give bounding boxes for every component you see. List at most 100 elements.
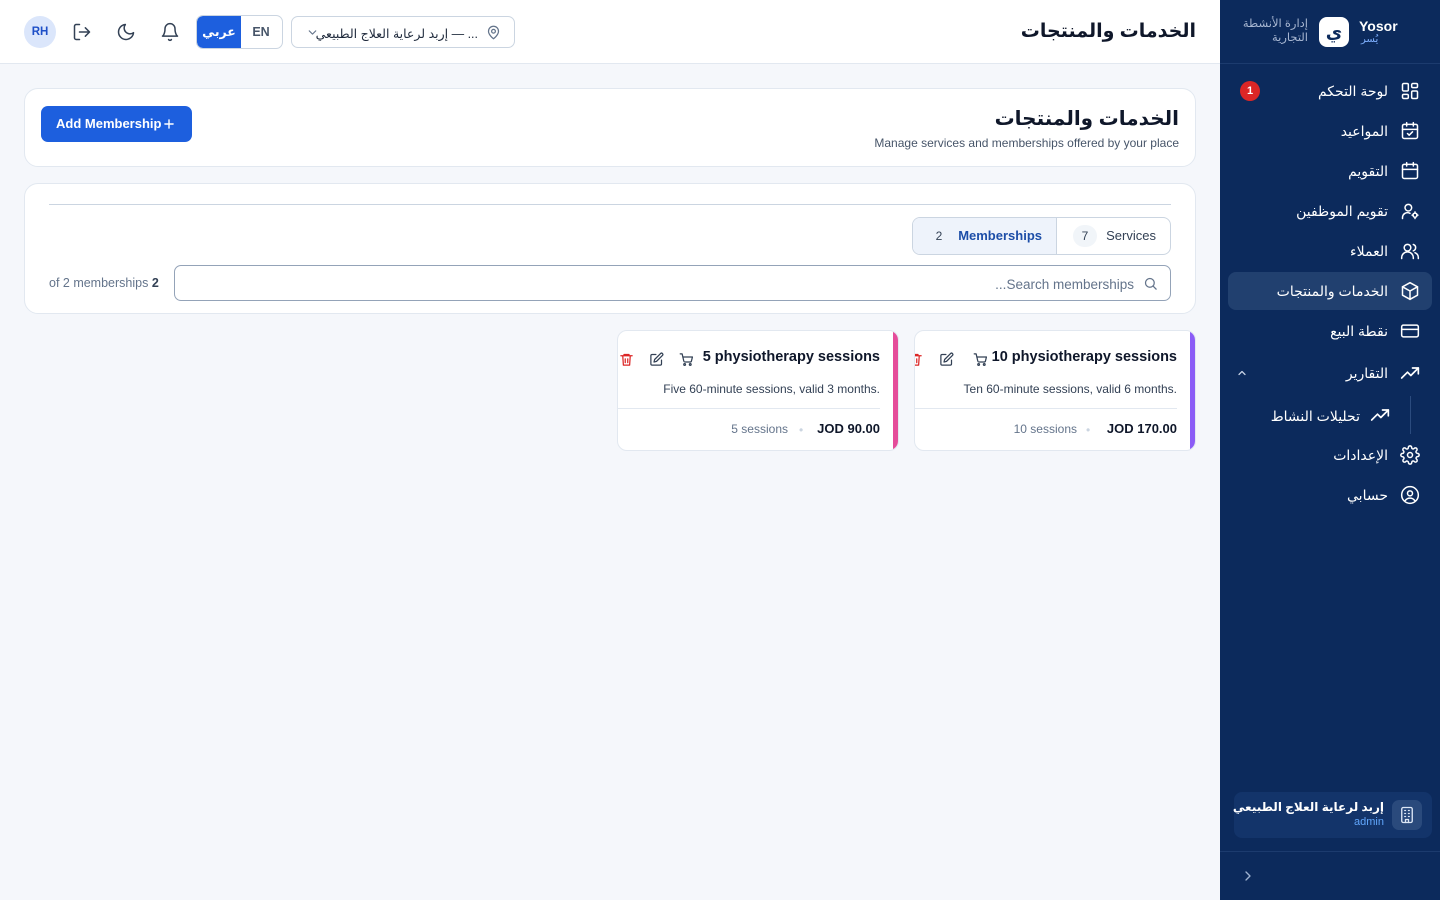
user-circle-icon [1400, 485, 1420, 505]
sidebar-subitem-activity-analytics[interactable]: تحليلات النشاط [1240, 397, 1400, 433]
logout-icon[interactable] [72, 22, 92, 42]
search-input[interactable] [194, 273, 1134, 295]
chevron-down-icon [306, 26, 319, 39]
sidebar-item-services-products[interactable]: الخدمات والمنتجات [1228, 272, 1432, 310]
sidebar-item-label: المواعيد [1340, 123, 1388, 139]
brand-logo: ي [1319, 17, 1349, 47]
sidebar-item-calendar[interactable]: التقويم [1228, 152, 1432, 190]
sidebar-item-my-account[interactable]: حسابي [1228, 476, 1432, 514]
page-header-card: الخدمات والمنتجات Manage services and me… [24, 88, 1196, 167]
tab-label: Services [1106, 228, 1156, 243]
search-box [174, 265, 1171, 301]
sidebar-item-staff-calendar[interactable]: تقويم الموظفين [1228, 192, 1432, 230]
separator-dot: • [1086, 423, 1091, 437]
map-pin-icon [486, 25, 501, 40]
moon-icon[interactable] [116, 22, 136, 42]
membership-title: 10 physiotherapy sessions [991, 349, 1177, 365]
search-icon [1143, 276, 1158, 291]
result-count: of 2 memberships 2 [49, 276, 159, 290]
calendar-check-icon [1400, 121, 1420, 141]
bell-icon[interactable] [160, 22, 180, 42]
sidebar-item-label: تقويم الموظفين [1296, 203, 1388, 219]
tab-count-badge: 2 [935, 229, 943, 243]
sidebar-item-label: حسابي [1347, 487, 1388, 503]
credit-card-icon [1400, 321, 1420, 341]
brand-header: ي Yosor يُسر إدارة الأنشطة التجارية [1220, 0, 1440, 64]
add-membership-button[interactable]: Add Membership [41, 106, 192, 142]
chevron-right-icon[interactable] [1240, 868, 1256, 884]
trash-icon[interactable] [915, 352, 923, 367]
sidebar-item-label: لوحة التحكم [1317, 83, 1388, 99]
lang-arabic-button[interactable]: عربي [197, 16, 241, 48]
add-membership-label: Add Membership [56, 116, 162, 131]
membership-description: Ten 60-minute sessions, valid 6 months. [963, 382, 1177, 396]
sidebar-item-pos[interactable]: نقطة البيع [1228, 312, 1432, 350]
trending-up-icon [1370, 405, 1390, 425]
notification-badge: 1 [1240, 81, 1260, 101]
location-select[interactable]: إربد لرعاية العلاج الطبيعي — ... [291, 16, 515, 48]
place-role: admin [1354, 816, 1384, 828]
sidebar-item-customers[interactable]: العملاء [1228, 232, 1432, 270]
current-place-card[interactable]: إربد لرعاية العلاج الطبيعي admin [1232, 792, 1432, 838]
sidebar-item-label: نقطة البيع [1330, 323, 1388, 339]
membership-sessions: 10 sessions [1013, 422, 1077, 436]
membership-sessions: 5 sessions [731, 422, 788, 436]
brand-tagline: إدارة الأنشطة التجارية [1242, 18, 1308, 44]
building-icon [1392, 800, 1422, 830]
sidebar-item-label: الخدمات والمنتجات [1276, 283, 1388, 299]
separator-dot: • [799, 423, 804, 437]
membership-description: Five 60-minute sessions, valid 3 months. [663, 382, 880, 396]
user-cog-icon [1400, 201, 1420, 221]
place-name: إربد لرعاية العلاج الطبيعي [1232, 800, 1384, 814]
tab-group: Services 7 Memberships 2 [912, 217, 1171, 255]
tab-count-badge: 7 [1073, 225, 1097, 247]
cart-icon[interactable] [679, 352, 694, 367]
card-divider [915, 408, 1177, 409]
card-divider [618, 408, 880, 409]
settings-gear-icon [1400, 445, 1420, 465]
sidebar-item-appointments[interactable]: المواعيد [1228, 112, 1432, 150]
edit-icon[interactable] [939, 352, 954, 367]
membership-card[interactable]: 10 physiotherapy sessions Ten 60-minute … [914, 330, 1196, 451]
membership-card[interactable]: 5 physiotherapy sessions Five 60-minute … [617, 330, 899, 451]
sidebar-item-label: الإعدادات [1333, 447, 1388, 463]
package-icon [1400, 281, 1420, 301]
tab-label: Memberships [958, 228, 1042, 243]
location-select-value: إربد لرعاية العلاج الطبيعي — ... [315, 27, 478, 41]
result-count-suffix: of 2 memberships [49, 276, 149, 290]
dashboard-grid-icon [1400, 81, 1420, 101]
brand-name: Yosor [1359, 18, 1398, 34]
sidebar-item-label: التقويم [1348, 163, 1388, 179]
users-icon [1400, 241, 1420, 261]
sidebar-subitem-label: تحليلات النشاط [1270, 408, 1360, 424]
membership-accent-stripe [893, 331, 898, 450]
plus-icon [162, 117, 176, 131]
section-title: الخدمات والمنتجات [994, 108, 1179, 130]
tab-services[interactable]: Services 7 [1056, 218, 1170, 254]
sidebar-divider [1220, 851, 1440, 852]
edit-icon[interactable] [649, 352, 664, 367]
top-bar: الخدمات والمنتجات RH عربي EN إربد لرعاية… [0, 0, 1220, 64]
sidebar-item-settings[interactable]: الإعدادات [1228, 436, 1432, 474]
trending-up-icon [1400, 363, 1420, 383]
lang-english-button[interactable]: EN [240, 16, 282, 48]
result-count-number: 2 [151, 276, 159, 290]
sidebar-item-dashboard[interactable]: لوحة التحكم 1 [1228, 72, 1432, 110]
section-subtitle: Manage services and memberships offered … [874, 136, 1179, 150]
divider [49, 204, 1171, 205]
filter-card: Services 7 Memberships 2 of 2 membership… [24, 183, 1196, 314]
chevron-up-icon[interactable] [1236, 367, 1248, 379]
trash-icon[interactable] [619, 352, 634, 367]
cart-icon[interactable] [973, 352, 988, 367]
language-toggle: عربي EN [196, 15, 283, 49]
tab-memberships[interactable]: Memberships 2 [913, 218, 1057, 254]
sidebar: ي Yosor يُسر إدارة الأنشطة التجارية لوحة… [1220, 0, 1440, 900]
brand-subname: يُسر [1361, 34, 1379, 45]
sidebar-item-label: العملاء [1350, 243, 1388, 259]
sidebar-item-reports[interactable]: التقارير [1228, 354, 1432, 392]
sidebar-item-label: التقارير [1345, 365, 1388, 381]
membership-price: JOD 90.00 [817, 421, 880, 436]
avatar[interactable]: RH [24, 16, 56, 48]
membership-price: JOD 170.00 [1106, 421, 1177, 436]
membership-accent-stripe [1190, 331, 1195, 450]
